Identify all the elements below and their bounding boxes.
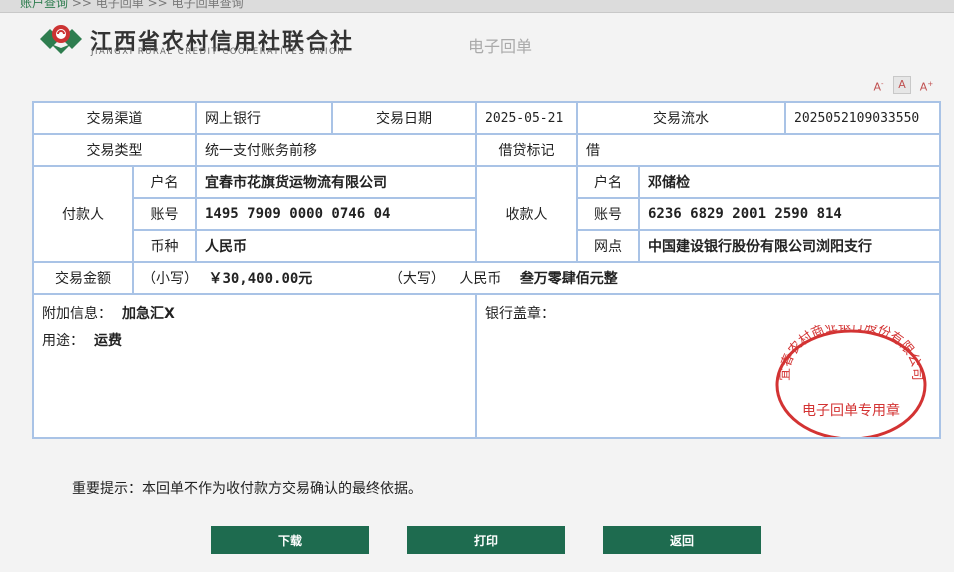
date-label: 交易日期 bbox=[331, 101, 477, 135]
payer-name-label: 户名 bbox=[132, 165, 197, 199]
breadcrumb-separator: >> bbox=[147, 0, 168, 10]
receipt-table: 交易渠道 网上银行 交易日期 2025-05-21 交易流水 202505210… bbox=[32, 101, 941, 439]
stamp-bottom-text: 电子回单专用章 bbox=[802, 402, 900, 419]
type-label: 交易类型 bbox=[32, 133, 197, 167]
print-button[interactable]: 打印 bbox=[407, 526, 565, 554]
amount-value-cell: （小写） ￥30,400.00元 （大写） 人民币 叁万零肆佰元整 bbox=[132, 261, 941, 295]
table-row: 交易渠道 网上银行 交易日期 2025-05-21 交易流水 202505210… bbox=[32, 101, 941, 135]
dc-value: 借 bbox=[576, 133, 941, 167]
dc-label: 借贷标记 bbox=[475, 133, 578, 167]
purpose-label: 用途： bbox=[42, 333, 84, 349]
important-notice: 重要提示：本回单不作为收付款方交易确认的最终依据。 bbox=[72, 481, 422, 497]
bank-logo-icon bbox=[40, 25, 82, 54]
receipt-title: 电子回单 bbox=[468, 37, 533, 56]
amount-big-currency: 人民币 bbox=[459, 271, 502, 287]
table-row: 交易类型 统一支付账务前移 借贷标记 借 bbox=[32, 133, 941, 167]
serial-value: 2025052109033550 bbox=[784, 101, 941, 135]
payer-currency-value: 人民币 bbox=[195, 229, 477, 263]
download-button[interactable]: 下载 bbox=[211, 526, 369, 554]
font-normal-button[interactable]: A bbox=[893, 76, 911, 94]
channel-value: 网上银行 bbox=[195, 101, 333, 135]
breadcrumb-separator: >> bbox=[71, 0, 92, 10]
amount-small-value: ￥30,400.00元 bbox=[208, 271, 313, 287]
breadcrumb-home[interactable]: 账户查询 bbox=[20, 0, 68, 10]
date-value: 2025-05-21 bbox=[475, 101, 578, 135]
payee-name-label: 户名 bbox=[576, 165, 640, 199]
payer-account-value: 1495 7909 0000 0746 04 bbox=[195, 197, 477, 231]
breadcrumb-item-receipt-query: 电子回单查询 bbox=[171, 0, 244, 10]
seal-label: 银行盖章： bbox=[485, 306, 555, 322]
purpose-value: 运费 bbox=[94, 333, 122, 349]
amount-big-value: 叁万零肆佰元整 bbox=[519, 271, 618, 287]
type-value: 统一支付账务前移 bbox=[195, 133, 477, 167]
payee-branch-value: 中国建设银行股份有限公司浏阳支行 bbox=[638, 229, 941, 263]
table-row: 附加信息： 加急汇X 用途： 运费 银行盖章： 宜春农村商业银行股份有限公司 电子回… bbox=[32, 293, 941, 439]
extra-info-value: 加急汇X bbox=[122, 306, 175, 322]
payee-name-value: 邓储检 bbox=[638, 165, 941, 199]
seal-cell: 银行盖章： 宜春农村商业银行股份有限公司 电子回单专用章 bbox=[475, 293, 941, 439]
bank-seal-stamp: 宜春农村商业银行股份有限公司 电子回单专用章 bbox=[775, 325, 927, 436]
brand-name-english: JIANGXI RURAL CREDIT COOPERATIVES UNION bbox=[91, 47, 346, 57]
payee-label: 收款人 bbox=[475, 165, 578, 263]
channel-label: 交易渠道 bbox=[32, 101, 197, 135]
breadcrumb: 账户查询 >> 电子回单 >> 电子回单查询 bbox=[20, 0, 244, 11]
amount-small-label: （小写） bbox=[142, 271, 198, 287]
font-increase-button[interactable]: A+ bbox=[918, 76, 935, 94]
payer-currency-label: 币种 bbox=[132, 229, 197, 263]
extra-info-label: 附加信息： bbox=[42, 306, 112, 322]
table-row: 交易金额 （小写） ￥30,400.00元 （大写） 人民币 叁万零肆佰元整 bbox=[32, 261, 941, 295]
stamp-top-text: 宜春农村商业银行股份有限公司 bbox=[778, 325, 924, 381]
payer-name-value: 宜春市花旗货运物流有限公司 bbox=[195, 165, 477, 199]
back-button[interactable]: 返回 bbox=[603, 526, 761, 554]
table-row: 付款人 户名 宜春市花旗货运物流有限公司 收款人 户名 邓储检 bbox=[32, 165, 941, 263]
extra-info-cell: 附加信息： 加急汇X 用途： 运费 bbox=[32, 293, 477, 439]
amount-label: 交易金额 bbox=[32, 261, 134, 295]
payer-label: 付款人 bbox=[32, 165, 134, 263]
breadcrumb-bar: 账户查询 >> 电子回单 >> 电子回单查询 bbox=[0, 0, 954, 13]
amount-big-label: （大写） bbox=[388, 271, 445, 287]
payee-account-label: 账号 bbox=[576, 197, 640, 231]
svg-text:宜春农村商业银行股份有限公司: 宜春农村商业银行股份有限公司 bbox=[778, 325, 924, 381]
payer-account-label: 账号 bbox=[132, 197, 197, 231]
payee-branch-label: 网点 bbox=[576, 229, 640, 263]
payee-account-value: 6236 6829 2001 2590 814 bbox=[638, 197, 941, 231]
font-decrease-button[interactable]: A- bbox=[870, 76, 887, 94]
serial-label: 交易流水 bbox=[576, 101, 786, 135]
breadcrumb-item-receipt[interactable]: 电子回单 bbox=[96, 0, 144, 10]
